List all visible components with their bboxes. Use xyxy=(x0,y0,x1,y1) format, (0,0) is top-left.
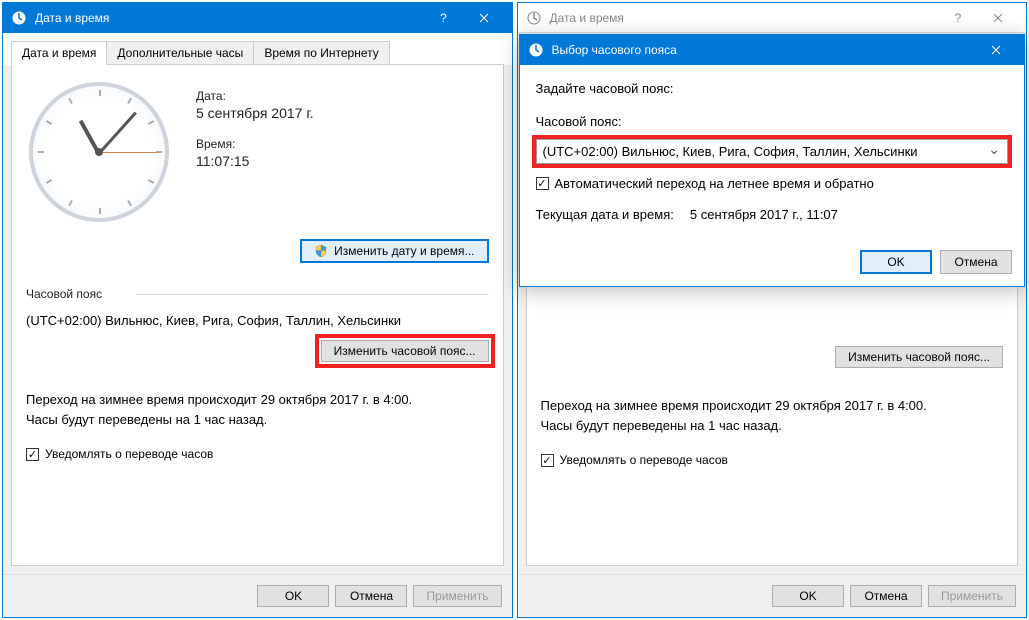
clock-globe-icon xyxy=(11,10,27,26)
notify-checkbox-right[interactable]: ✓ xyxy=(541,454,554,467)
inner-ok-button[interactable]: OK xyxy=(860,250,932,274)
timezone-select[interactable]: (UTC+02:00) Вильнюс, Киев, Рига, София, … xyxy=(536,139,1009,164)
time-value: 11:07:15 xyxy=(196,153,314,169)
cancel-button-right[interactable]: Отмена xyxy=(850,585,922,607)
apply-button[interactable]: Применить xyxy=(413,585,501,607)
tab-strip: Дата и время Дополнительные часы Время п… xyxy=(3,33,512,65)
window-title: Дата и время xyxy=(35,11,424,25)
cancel-button[interactable]: Отмена xyxy=(335,585,407,607)
timezone-value: (UTC+02:00) Вильнюс, Киев, Рига, София, … xyxy=(26,313,489,328)
dst-info-right: Переход на зимнее время происходит 29 ок… xyxy=(541,396,1004,435)
help-button[interactable]: ? xyxy=(424,4,464,32)
auto-dst-checkbox[interactable]: ✓ xyxy=(536,177,549,190)
change-timezone-button[interactable]: Изменить часовой пояс... xyxy=(321,340,489,362)
tab-date-time[interactable]: Дата и время xyxy=(11,41,107,65)
notify-checkbox[interactable]: ✓ xyxy=(26,448,39,461)
inner-dialog-title: Выбор часового пояса xyxy=(552,43,977,57)
timezone-select-wrap: (UTC+02:00) Вильнюс, Киев, Рига, София, … xyxy=(536,139,1009,164)
time-label: Время: xyxy=(196,137,314,151)
close-button[interactable] xyxy=(464,4,504,32)
current-datetime-value: 5 сентября 2017 г., 11:07 xyxy=(690,207,838,222)
change-date-time-button[interactable]: Изменить дату и время... xyxy=(300,239,488,263)
dialog-buttons: OK Отмена Применить xyxy=(3,574,512,617)
notify-checkbox-row-right[interactable]: ✓ Уведомлять о переводе часов xyxy=(541,453,1004,467)
timezone-select-dialog: Выбор часового пояса Задайте часовой поя… xyxy=(519,34,1026,287)
inner-titlebar[interactable]: Выбор часового пояса xyxy=(520,35,1025,65)
notify-checkbox-label: Уведомлять о переводе часов xyxy=(45,447,213,461)
auto-dst-label: Автоматический переход на летнее время и… xyxy=(555,176,874,191)
tab-content-right: Выбор часового пояса Задайте часовой поя… xyxy=(526,41,1019,566)
notify-checkbox-row[interactable]: ✓ Уведомлять о переводе часов xyxy=(26,447,489,461)
date-value: 5 сентября 2017 г. xyxy=(196,105,314,121)
change-timezone-button-bg[interactable]: Изменить часовой пояс... xyxy=(835,346,1003,368)
timezone-section-title: Часовой пояс xyxy=(26,287,489,301)
notify-checkbox-label-right: Уведомлять о переводе часов xyxy=(560,453,728,467)
clock-globe-icon xyxy=(528,42,544,58)
close-button[interactable] xyxy=(978,4,1018,32)
apply-button-right[interactable]: Применить xyxy=(928,585,1016,607)
ok-button-right[interactable]: OK xyxy=(772,585,844,607)
current-datetime-label: Текущая дата и время: xyxy=(536,207,674,222)
date-label: Дата: xyxy=(196,89,314,103)
timezone-field-label: Часовой пояс: xyxy=(536,114,1009,129)
titlebar-right[interactable]: Дата и время ? xyxy=(518,3,1027,33)
tab-content: Дата: 5 сентября 2017 г. Время: 11:07:15… xyxy=(11,64,504,566)
tab-additional-clocks[interactable]: Дополнительные часы xyxy=(106,41,254,65)
titlebar-left[interactable]: Дата и время ? xyxy=(3,3,512,33)
window-title: Дата и время xyxy=(550,11,939,25)
auto-dst-checkbox-row[interactable]: ✓ Автоматический переход на летнее время… xyxy=(536,176,1009,191)
help-button[interactable]: ? xyxy=(938,4,978,32)
shield-icon xyxy=(314,244,328,258)
date-time-window-right: Дата и время ? Выбор часового пояса Зада… xyxy=(517,2,1028,618)
set-timezone-prompt: Задайте часовой пояс: xyxy=(536,81,1009,96)
inner-cancel-button[interactable]: Отмена xyxy=(940,250,1012,274)
date-time-window-left: Дата и время ? Дата и время Дополнительн… xyxy=(2,2,513,618)
ok-button[interactable]: OK xyxy=(257,585,329,607)
dialog-buttons-right: OK Отмена Применить xyxy=(518,574,1027,617)
tab-internet-time[interactable]: Время по Интернету xyxy=(253,41,389,65)
inner-close-button[interactable] xyxy=(976,36,1016,64)
analog-clock xyxy=(26,79,176,229)
clock-globe-icon xyxy=(526,10,542,26)
dst-info: Переход на зимнее время происходит 29 ок… xyxy=(26,390,489,429)
